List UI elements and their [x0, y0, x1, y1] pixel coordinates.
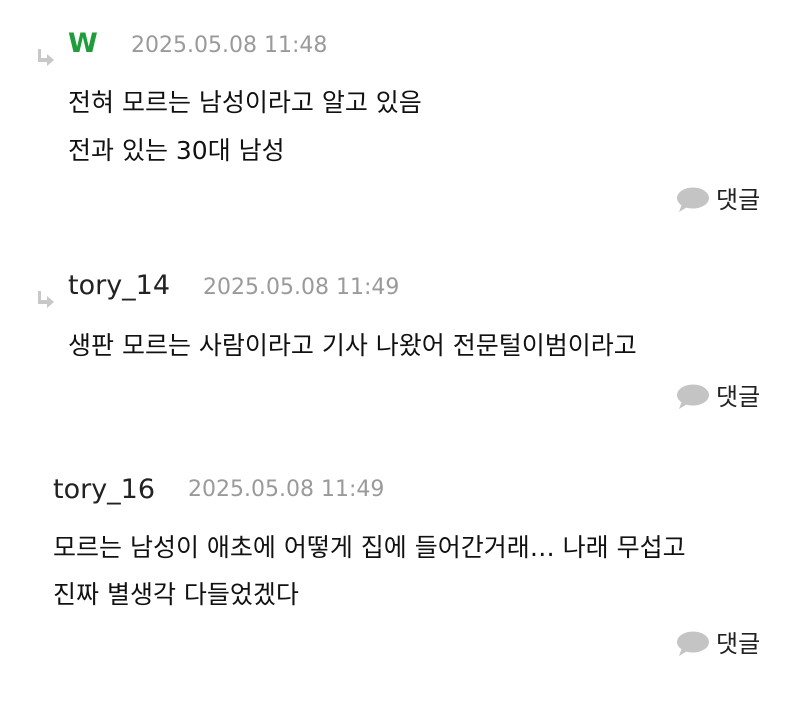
reply-button-label: 댓글 [716, 186, 761, 214]
comment-text-line: 모르는 남성이 애초에 어떻게 집에 들어간거래… 나래 무섭고 [53, 533, 686, 562]
reply-arrow-icon [38, 291, 54, 308]
comment-text-line: 전혀 모르는 남성이라고 알고 있음 [68, 88, 422, 117]
comment-text-line: 생판 모르는 사람이라고 기사 나왔어 전문털이범이라고 [68, 331, 637, 360]
speech-bubble-icon [677, 187, 709, 212]
reply-button-label: 댓글 [716, 383, 761, 411]
reply-button-label: 댓글 [716, 630, 761, 658]
speech-bubble-icon [677, 384, 709, 409]
comment-text-line: 진짜 별생각 다들었겠다 [53, 580, 299, 609]
comment-text-line: 전과 있는 30대 남성 [68, 136, 285, 165]
comment-author[interactable]: W [68, 28, 98, 60]
reply-arrow-icon [38, 49, 54, 66]
comment-timestamp: 2025.05.08 11:48 [131, 33, 328, 58]
comment-timestamp: 2025.05.08 11:49 [188, 477, 385, 502]
comment-author[interactable]: tory_16 [53, 474, 155, 506]
comment-timestamp: 2025.05.08 11:49 [203, 275, 400, 300]
reply-button[interactable]: 댓글 [676, 627, 760, 661]
comment-author[interactable]: tory_14 [68, 270, 170, 302]
speech-bubble-icon [677, 631, 709, 656]
reply-button[interactable]: 댓글 [676, 380, 760, 414]
reply-button[interactable]: 댓글 [676, 183, 760, 217]
